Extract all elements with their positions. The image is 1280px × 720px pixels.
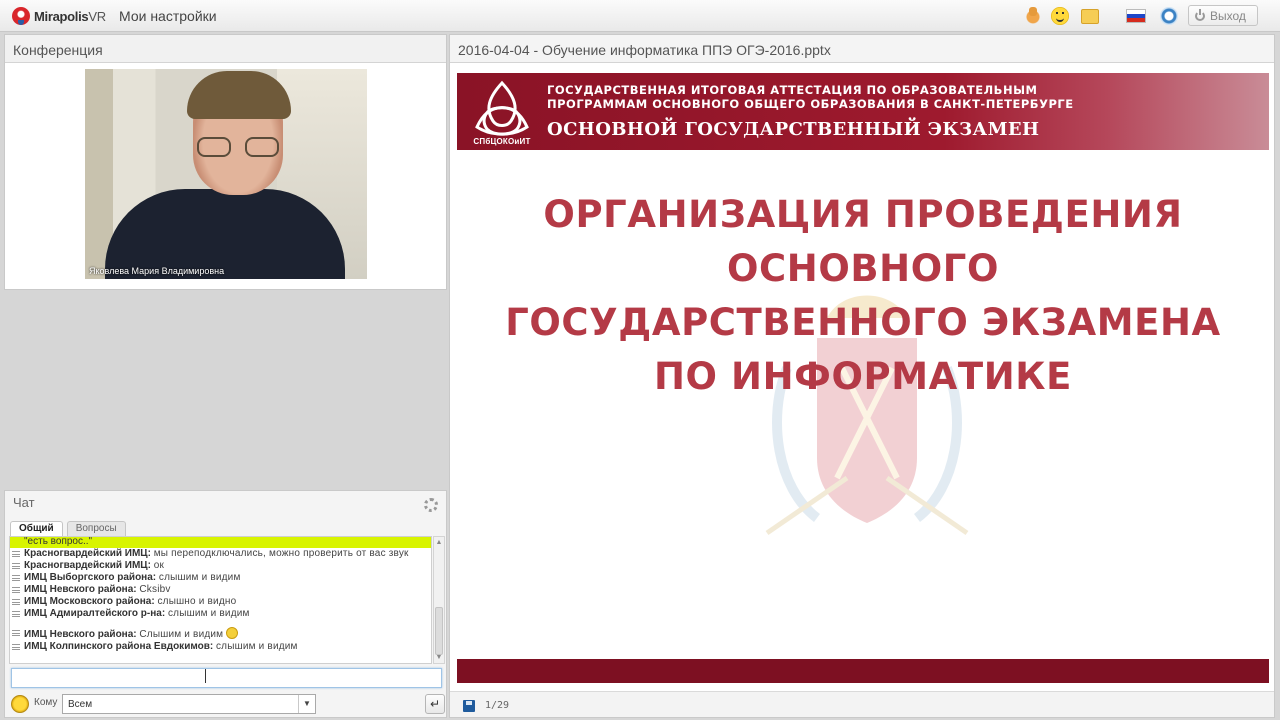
conference-title: Конференция [5,35,446,63]
scroll-thumb[interactable] [435,607,443,655]
russian-flag-icon[interactable] [1126,9,1146,23]
drag-handle-icon [12,551,20,557]
smile-emoji-icon [226,627,239,639]
send-button[interactable]: ↵ [425,694,445,714]
drag-handle-icon [12,587,20,593]
scroll-down-icon[interactable]: ▼ [434,652,444,663]
tab-questions[interactable]: Вопросы [66,521,126,536]
my-settings-link[interactable]: Мои настройки [119,8,217,24]
video-person-glasses [197,137,279,157]
conference-panel: Конференция Яковлева Мария Владимировна [4,34,447,290]
mirapolis-logo-icon [12,7,30,25]
list-item: Красногвардейский ИМЦ: мы переподключали… [10,548,431,560]
text-cursor [205,669,206,683]
video-person-hair [187,71,291,119]
chevron-down-icon[interactable]: ▼ [298,695,315,713]
slide-title-line: ОСНОВНОГО [726,247,1000,290]
banner-line-3: ОСНОВНОЙ ГОСУДАРСТВЕННЫЙ ЭКЗАМЕН [547,119,1040,140]
slide-banner: СПбЦОКОиИТ ГОСУДАРСТВЕННАЯ ИТОГОВАЯ АТТЕ… [457,73,1269,150]
chat-title: Чат [13,495,35,510]
participant-name: Яковлева Мария Владимировна [89,266,225,276]
emblem-logo-icon [475,80,529,136]
drag-handle-icon [12,563,20,569]
slide-footer-bar [457,659,1269,683]
drag-handle-icon [12,644,20,650]
chat-header: Чат [5,491,446,517]
logo-text: MirapolisVR [34,8,106,24]
banner-line-2: ПРОГРАММАМ ОСНОВНОГО ОБЩЕГО ОБРАЗОВАНИЯ … [547,97,1074,111]
power-icon [1195,8,1205,21]
slide-title-line: ГОСУДАРСТВЕННОГО ЭКЗАМЕНА [505,301,1221,344]
chat-tabs: Общий Вопросы [10,521,126,536]
folder-icon[interactable] [1081,9,1099,24]
presentation-slide[interactable]: СПбЦОКОиИТ ГОСУДАРСТВЕННАЯ ИТОГОВАЯ АТТЕ… [457,73,1269,683]
list-item: ИМЦ Невского района: Cksibv [10,584,431,596]
presentation-panel: 2016-04-04 - Обучение информатика ППЭ ОГ… [449,34,1275,718]
page-indicator: 1/29 [485,700,510,711]
chat-panel: Чат Общий Вопросы "есть вопрос.." Красно… [4,490,447,718]
chat-message-list[interactable]: "есть вопрос.." Красногвардейский ИМЦ: м… [9,536,432,664]
top-bar: MirapolisVR Мои настройки Выход [0,0,1280,32]
recipient-label: Кому [34,697,58,708]
smile-icon[interactable] [1051,7,1069,25]
drag-handle-icon [12,611,20,617]
chat-settings-icon[interactable] [424,498,438,512]
exit-label: Выход [1210,8,1246,23]
app-logo[interactable]: MirapolisVR [12,6,106,26]
chat-scrollbar[interactable]: ▲ ▼ [433,536,445,664]
slide-title: ОРГАНИЗАЦИЯ ПРОВЕДЕНИЯ ОСНОВНОГО ГОСУДАР… [457,188,1269,404]
emoji-picker-icon[interactable] [11,695,29,713]
highlighted-message: "есть вопрос.." [10,537,431,548]
recipient-row: Кому Всем ▼ ↵ [11,694,446,714]
chat-message-input[interactable] [11,668,442,688]
list-item: ИМЦ Выборгского района: слышим и видим [10,572,431,584]
banner-line-1: ГОСУДАРСТВЕННАЯ ИТОГОВАЯ АТТЕСТАЦИЯ ПО О… [547,83,1038,97]
recipient-select[interactable]: Всем ▼ [62,694,316,714]
list-item: ИМЦ Адмиралтейского р-на: слышим и видим [10,608,431,620]
help-icon[interactable] [1160,7,1178,25]
exit-button[interactable]: Выход [1188,5,1258,26]
save-icon[interactable] [463,700,475,712]
slide-title-line: ОРГАНИЗАЦИЯ ПРОВЕДЕНИЯ [543,193,1183,236]
participant-video[interactable]: Яковлева Мария Владимировна [85,69,367,279]
drag-handle-icon [12,630,20,636]
tab-general[interactable]: Общий [10,521,63,536]
drag-handle-icon [12,599,20,605]
drag-handle-icon [12,575,20,581]
hand-icon[interactable] [1024,7,1042,25]
slide-title-line: ПО ИНФОРМАТИКЕ [653,355,1073,398]
list-item: ИМЦ Московского района: слышно и видно [10,596,431,608]
list-item: Красногвардейский ИМЦ: ок [10,560,431,572]
scroll-up-icon[interactable]: ▲ [434,537,444,548]
presentation-title: 2016-04-04 - Обучение информатика ППЭ ОГ… [450,35,1274,63]
emblem-label: СПбЦОКОиИТ [473,137,531,146]
list-item: ИМЦ Невского района: Слышим и видим [10,627,431,641]
list-item: ИМЦ Колпинского района Евдокимов: слышим… [10,641,431,653]
presentation-toolbar: 1/29 [450,691,1274,717]
recipient-selected-value: Всем [68,699,93,710]
